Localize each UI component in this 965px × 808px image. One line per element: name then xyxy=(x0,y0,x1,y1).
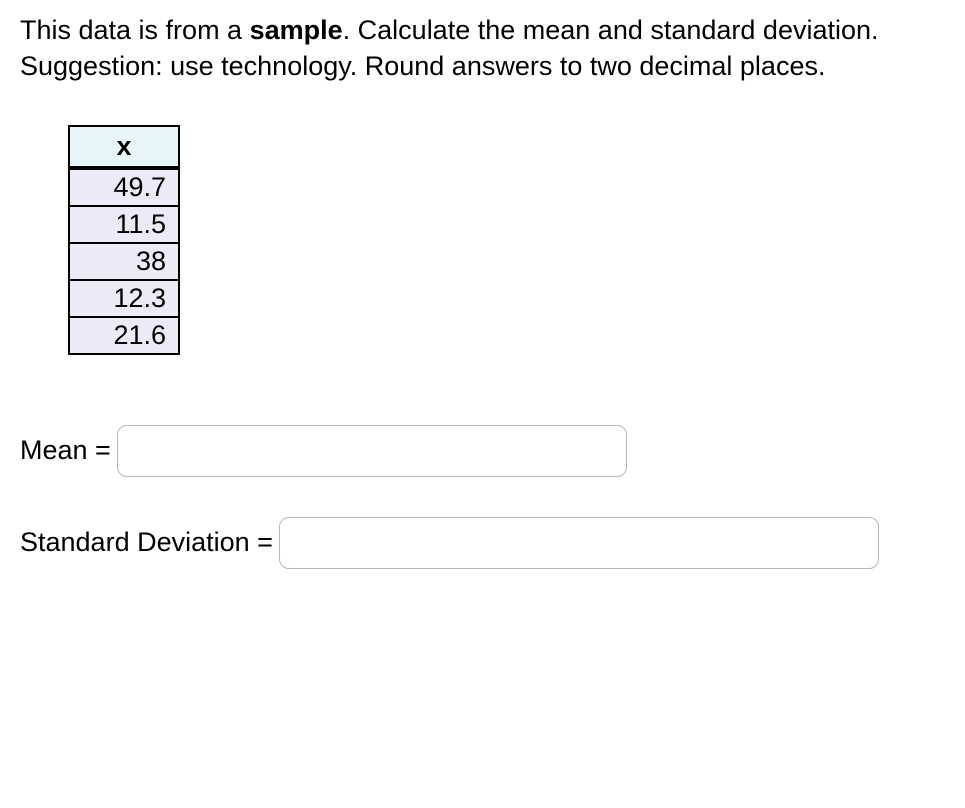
mean-input[interactable] xyxy=(117,425,627,477)
question-prompt: This data is from a sample. Calculate th… xyxy=(20,12,945,85)
data-table: x 49.7 11.5 38 12.3 21.6 xyxy=(68,125,180,355)
table-cell: 12.3 xyxy=(69,280,179,317)
table-cell: 38 xyxy=(69,243,179,280)
table-cell: 11.5 xyxy=(69,206,179,243)
sd-input[interactable] xyxy=(279,517,879,569)
table-cell: 49.7 xyxy=(69,168,179,206)
sd-label: Standard Deviation = xyxy=(20,527,273,558)
mean-label: Mean = xyxy=(20,435,111,466)
prompt-text-part1: This data is from a xyxy=(20,15,250,45)
table-header-x: x xyxy=(69,126,179,168)
table-cell: 21.6 xyxy=(69,317,179,354)
prompt-bold: sample xyxy=(250,15,343,45)
sd-row: Standard Deviation = xyxy=(20,517,945,569)
mean-row: Mean = xyxy=(20,425,945,477)
